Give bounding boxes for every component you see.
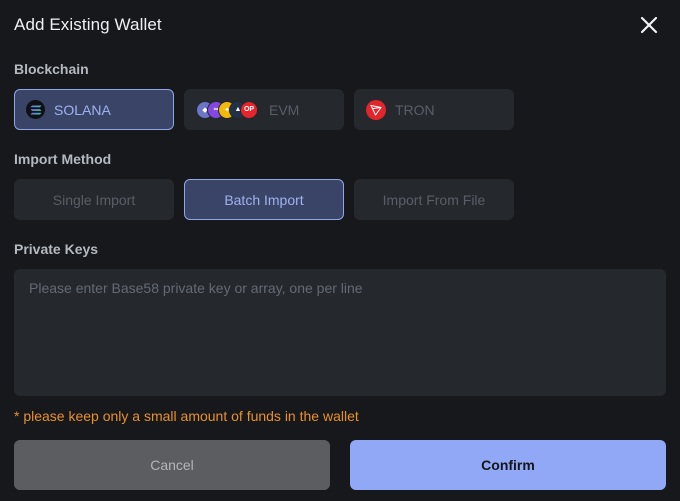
private-keys-input[interactable]: [14, 269, 666, 396]
cancel-button[interactable]: Cancel: [14, 440, 330, 490]
solana-icon: [26, 100, 45, 119]
chain-option-label: EVM: [269, 101, 300, 118]
import-method-label: Import Method: [14, 151, 112, 167]
chain-option-label: TRON: [395, 101, 435, 118]
import-option-file[interactable]: Import From File: [354, 179, 514, 220]
confirm-button[interactable]: Confirm: [350, 440, 666, 490]
import-option-batch[interactable]: Batch Import: [184, 179, 344, 220]
chain-option-tron[interactable]: TRON: [354, 89, 514, 130]
chain-option-label: SOLANA: [54, 101, 111, 118]
chain-option-solana[interactable]: SOLANA: [14, 89, 174, 130]
close-icon[interactable]: [638, 14, 660, 36]
chain-option-evm[interactable]: ◆ ∞ ✦ ▲ OP EVM: [184, 89, 344, 130]
add-wallet-dialog: Add Existing Wallet Blockchain SOLANA ◆ …: [0, 0, 680, 501]
private-keys-label: Private Keys: [14, 241, 99, 257]
blockchain-label: Blockchain: [14, 61, 89, 77]
funds-warning: * please keep only a small amount of fun…: [14, 408, 359, 424]
dialog-title: Add Existing Wallet: [14, 15, 162, 34]
evm-chains-icon: ◆ ∞ ✦ ▲ OP: [196, 100, 258, 119]
import-option-single[interactable]: Single Import: [14, 179, 174, 220]
tron-icon: [366, 99, 386, 120]
